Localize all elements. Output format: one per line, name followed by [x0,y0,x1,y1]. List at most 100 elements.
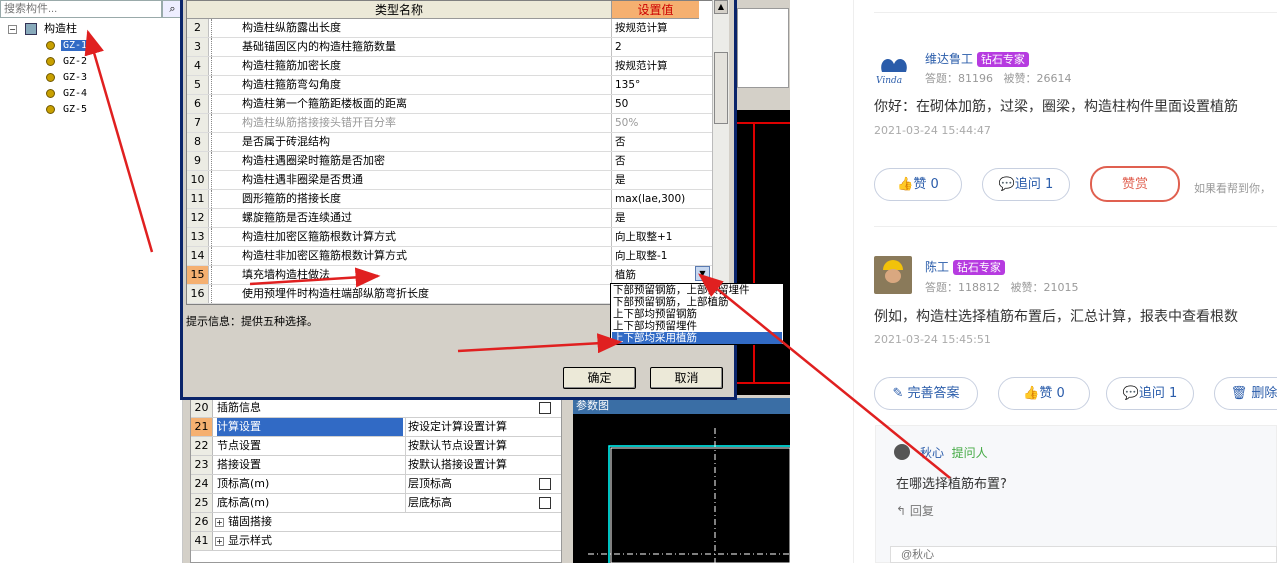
dropdown-chevron-icon[interactable]: ▼ [695,266,710,281]
tree-item-gz4[interactable]: GZ-4 [46,85,89,101]
component-search-input[interactable] [0,0,162,18]
component-icon [46,88,55,98]
dropdown-options-list: 下部预留钢筋，上部预留埋件 下部预留钢筋，上部植筋 上下部均预留钢筋 上下部均预… [610,283,784,345]
settings-row[interactable]: 5 构造柱箍筋弯勾角度 135° [187,76,715,95]
reward-button[interactable]: 赞赏 [1090,166,1180,202]
answer1-time: 2021-03-24 15:44:47 [874,124,991,137]
settings-row[interactable]: 14 构造柱非加密区箍筋根数计算方式 向上取整-1 [187,247,715,266]
collapse-toggle-icon[interactable]: − [8,25,17,34]
comment-input[interactable] [890,546,1277,563]
answer1-header: 维达鲁工 钻石专家 [925,50,1029,67]
avatar[interactable] [894,444,910,460]
divider [874,226,1277,227]
like-button[interactable]: 👍赞 0 [998,377,1090,410]
property-row[interactable]: 21 计算设置 按设定计算设置计算 [191,418,561,437]
property-row[interactable]: 23 搭接设置 按默认搭接设置计算 [191,456,561,475]
property-row[interactable]: 25 底标高(m) 层底标高 [191,494,561,513]
expand-icon[interactable]: + [215,518,224,527]
tree-item-gz2[interactable]: GZ-2 [46,53,89,69]
trash-icon: 🗑 [1230,386,1248,401]
scroll-up-icon[interactable]: ▲ [714,0,728,14]
dropdown-option-selected[interactable]: 上下部均采用植筋 [612,332,782,344]
checkbox[interactable] [539,497,551,509]
cad-panel-title: 参数图 [573,398,790,414]
checkbox[interactable] [539,478,551,490]
property-row[interactable]: 20 插筋信息 [191,399,561,418]
avatar[interactable]: Vinda [874,50,914,86]
component-icon [46,104,55,114]
scroll-thumb[interactable] [714,52,728,124]
tree-item-gz5[interactable]: GZ-5 [46,101,89,117]
settings-row[interactable]: 2 构造柱纵筋露出长度 按规范计算 [187,19,715,38]
vinda-logo: Vinda [876,58,907,86]
improve-answer-button[interactable]: ✎ 完善答案 [874,377,978,410]
edit-icon: ✎ [892,386,904,401]
answer2-stats: 答题：118812 被赞：21015 [925,281,1079,294]
cad-viewport[interactable] [737,110,790,395]
parameter-diagram[interactable] [573,414,793,566]
comment-icon: 💬 [1122,386,1139,401]
component-tree-panel: ⌕ − 构造柱 GZ-1 GZ-2 GZ-3 GZ-4 GZ-5 [0,0,183,563]
settings-row[interactable]: 3 基础锚固区内的构造柱箍筋数量 2 [187,38,715,57]
side-panel [737,8,789,88]
tree-root-node[interactable]: − 构造柱 [8,21,77,37]
username[interactable]: 陈工 [925,260,949,274]
property-row[interactable]: 24 顶标高(m) 层顶标高 [191,475,561,494]
property-row[interactable]: 41 + 显示样式 [191,532,561,551]
col-header-value: 设置值 [611,1,699,19]
cancel-button[interactable]: 取消 [650,367,723,389]
settings-row[interactable]: 12 螺旋箍筋是否连续通过是 [187,209,715,228]
expert-badge: 钻石专家 [952,260,1005,275]
checkbox[interactable] [539,402,551,414]
settings-row[interactable]: 10 构造柱遇非圈梁是否贯通是 [187,171,715,190]
tree-item-gz3[interactable]: GZ-3 [46,69,89,85]
settings-row[interactable]: 11 圆形箍筋的搭接长度 max(lae,300) [187,190,715,209]
username[interactable]: 秋心 [920,446,944,460]
property-row[interactable]: 22 节点设置 按默认节点设置计算 [191,437,561,456]
settings-row[interactable]: 8 是否属于砖混结构否 [187,133,715,152]
dropdown-option[interactable]: 上下部均预留钢筋 [612,308,782,320]
ok-button[interactable]: 确定 [563,367,636,389]
like-button[interactable]: 👍赞 0 [874,168,962,201]
settings-row[interactable]: 6 构造柱第一个箍筋距楼板面的距离 50 [187,95,715,114]
dropdown-option[interactable]: 上下部均预留埋件 [612,320,782,332]
settings-row[interactable]: 13 构造柱加密区箍筋根数计算方式 向上取整+1 [187,228,715,247]
component-icon [46,40,55,50]
parameter-diagram-drawing [588,428,793,566]
dropdown-option[interactable]: 下部预留钢筋，上部预留埋件 [612,284,782,296]
divider [874,12,1277,13]
col-header-name: 类型名称 [187,1,611,19]
follow-up-thread: 秋心 提问人 在哪选择植筋布置? ↰ 回复 [875,425,1277,563]
column-group-icon [24,23,37,35]
settings-table: 类型名称 设置值 2 构造柱纵筋露出长度 按规范计算 3 基础锚固区内的构造柱箍筋数量… [186,0,716,305]
delete-button[interactable]: 🗑 删除 [1214,377,1277,410]
comment-icon: 💬 [998,177,1015,192]
settings-row[interactable]: 9 构造柱遇圈梁时箍筋是否加密否 [187,152,715,171]
thumbs-up-icon: 👍 [1023,386,1040,401]
answer1-text: 你好：在砌体加筋，过梁，圈梁，构造柱构件里面设置植筋 [874,99,1238,115]
tree-root-label: 构造柱 [44,22,77,35]
asker-label: 提问人 [951,446,988,460]
property-grid: 20 插筋信息 21 计算设置 按设定计算设置计算 22 节点设置 按默认节点设置计算 2… [190,398,562,563]
follow-up-button[interactable]: 💬追问 1 [982,168,1070,201]
vertical-scrollbar[interactable] [712,0,729,305]
property-row[interactable]: 26 + 锚固搭接 [191,513,561,532]
reward-tip: 如果看帮到你， [1194,182,1271,195]
thumbs-up-icon: 👍 [897,177,914,192]
answer2-header: 陈工 钻石专家 [925,258,1005,275]
tree-item-gz1[interactable]: GZ-1 [46,37,90,53]
username[interactable]: 维达鲁工 [925,52,973,66]
follow-up-button[interactable]: 💬追问 1 [1106,377,1194,410]
reply-icon: ↰ [896,504,907,518]
hint-text: 提示信息：提供五种选择。 [186,315,318,328]
settings-row[interactable]: 7 构造柱纵筋搭接接头错开百分率 50% [187,114,715,133]
reply-button[interactable]: ↰ 回复 [896,502,934,519]
avatar[interactable] [874,256,912,294]
answer2-time: 2021-03-24 15:45:51 [874,333,991,346]
expert-badge: 钻石专家 [976,52,1029,67]
answer1-stats: 答题：81196 被赞：26614 [925,72,1072,85]
svg-text:Vinda: Vinda [876,76,902,84]
expand-icon[interactable]: + [215,537,224,546]
dropdown-option[interactable]: 下部预留钢筋，上部植筋 [612,296,782,308]
settings-row[interactable]: 4 构造柱箍筋加密长度 按规范计算 [187,57,715,76]
